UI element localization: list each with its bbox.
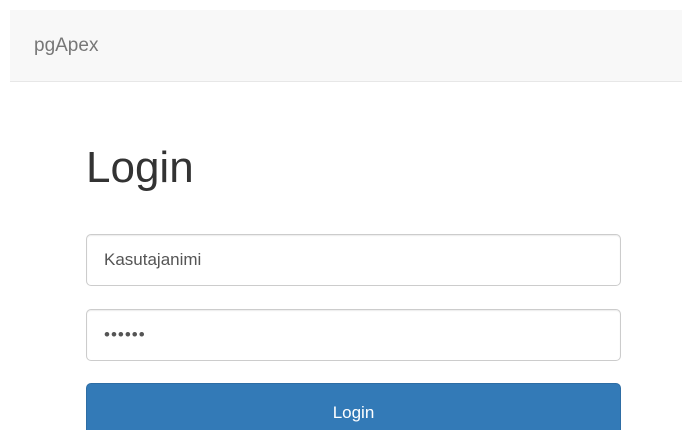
- login-button[interactable]: Login: [86, 383, 621, 430]
- username-input[interactable]: [86, 234, 621, 286]
- password-input[interactable]: [86, 309, 621, 361]
- login-form: Login Login: [86, 140, 621, 430]
- page-title: Login: [86, 143, 194, 192]
- login-page: pgApex Login Login: [0, 0, 682, 430]
- brand-link[interactable]: pgApex: [34, 34, 98, 58]
- top-navbar: pgApex: [10, 10, 682, 82]
